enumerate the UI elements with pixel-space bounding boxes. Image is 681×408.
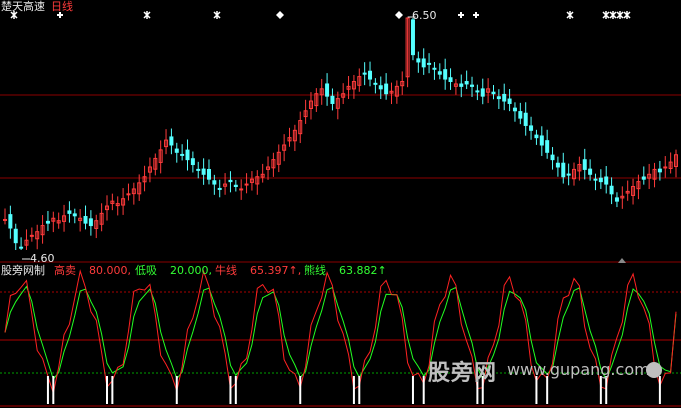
candle-body [561, 162, 566, 178]
candle-body [244, 183, 249, 186]
candle-body [362, 72, 367, 75]
signal-cross-marker [458, 12, 464, 18]
signal-star-marker [623, 11, 631, 19]
candle-body [13, 228, 18, 244]
candle-body [206, 169, 211, 180]
signal-diamond-marker [395, 11, 403, 19]
candle-body [582, 159, 587, 170]
candle-body [410, 19, 415, 56]
candle-body [604, 176, 609, 185]
candle-body [45, 220, 50, 224]
signal-star-marker [609, 11, 617, 19]
chart-canvas [0, 11, 681, 407]
candle-body [550, 154, 555, 161]
candle-body [437, 71, 442, 75]
candle-body [588, 168, 593, 175]
signal-star-marker [143, 11, 151, 19]
signal-diamond-marker [276, 11, 284, 19]
candle-body [416, 58, 421, 63]
candle-body [67, 210, 72, 214]
bull-value: 65.397↑, [250, 264, 302, 277]
candle-body [373, 82, 378, 85]
high-price-label: 6.50 [412, 9, 437, 22]
sell-label: 高卖 [54, 264, 76, 277]
candle-body [464, 81, 469, 85]
candle-body [180, 153, 185, 156]
candle-body [470, 84, 475, 87]
period-label: 日线 [51, 0, 73, 13]
candle-body [529, 125, 534, 131]
stock-chart-window: 楚天高速 日线 6.50 4.60 股旁网制 高卖 80.000, 低吸 20.… [0, 0, 681, 408]
bull-label: 牛线 [215, 264, 237, 277]
candle-body [384, 83, 389, 95]
candle-body [83, 215, 88, 224]
candle-body [233, 184, 238, 188]
candle-body [174, 148, 179, 153]
stock-title: 楚天高速 [1, 0, 45, 13]
candle-body [201, 168, 206, 175]
candle-body [72, 213, 77, 217]
candle-body [239, 188, 244, 191]
candle-body [523, 112, 528, 126]
candle-body [169, 136, 174, 146]
candle-body [19, 246, 24, 249]
candle-body [555, 162, 560, 168]
candle-body [427, 62, 432, 65]
candle-body [663, 166, 668, 169]
watermark-url: www.gupang.com [507, 360, 650, 379]
candle-body [480, 88, 485, 97]
candle-body [330, 95, 335, 104]
signal-star-marker [213, 11, 221, 19]
watermark-logo-icon [646, 362, 662, 378]
candle-body [190, 158, 195, 166]
candle-body [459, 83, 464, 87]
candle-body [228, 179, 233, 183]
candle-body [609, 185, 614, 195]
candle-body [212, 180, 217, 185]
candle-body [641, 176, 646, 180]
candle-body [126, 193, 131, 196]
candle-body [593, 178, 598, 181]
candle-body [217, 187, 222, 190]
candle-body [432, 67, 437, 70]
candle-body [545, 140, 550, 153]
candle-body [378, 85, 383, 90]
bear-label: 熊线 [304, 264, 326, 277]
signal-cross-marker [473, 12, 479, 18]
candle-body [502, 93, 507, 102]
buy-label: 低吸 [135, 264, 157, 277]
candle-body [507, 98, 512, 104]
candle-body [421, 58, 426, 68]
buy-value: 20.000, [170, 264, 212, 277]
candle-body [518, 111, 523, 119]
candle-body [598, 177, 603, 183]
candle-body [566, 173, 571, 176]
candle-body [448, 77, 453, 82]
candle-body [443, 69, 448, 80]
candle-body [512, 107, 517, 112]
sell-value: 80.000, [89, 264, 131, 277]
candle-body [185, 149, 190, 161]
candle-body [88, 218, 93, 227]
candle-body [534, 134, 539, 139]
candle-body [196, 168, 201, 171]
candle-body [539, 135, 544, 146]
signal-star-marker [602, 11, 610, 19]
signal-star-marker [616, 11, 624, 19]
grey-triangle-marker [618, 258, 626, 263]
signal-star-marker [566, 11, 574, 19]
candle-body [496, 96, 501, 100]
candle-body [491, 91, 496, 95]
candle-body [29, 234, 34, 237]
candle-body [475, 90, 480, 93]
candle-body [8, 214, 13, 229]
watermark-brand: 股旁网 [428, 361, 498, 386]
candle-body [3, 218, 7, 221]
candle-body [657, 168, 662, 173]
candle-body [325, 83, 330, 97]
candle-body [368, 70, 373, 80]
indicator-name: 股旁网制 [1, 264, 45, 277]
candle-body [614, 197, 619, 202]
bear-value: 63.882↑ [339, 264, 387, 277]
